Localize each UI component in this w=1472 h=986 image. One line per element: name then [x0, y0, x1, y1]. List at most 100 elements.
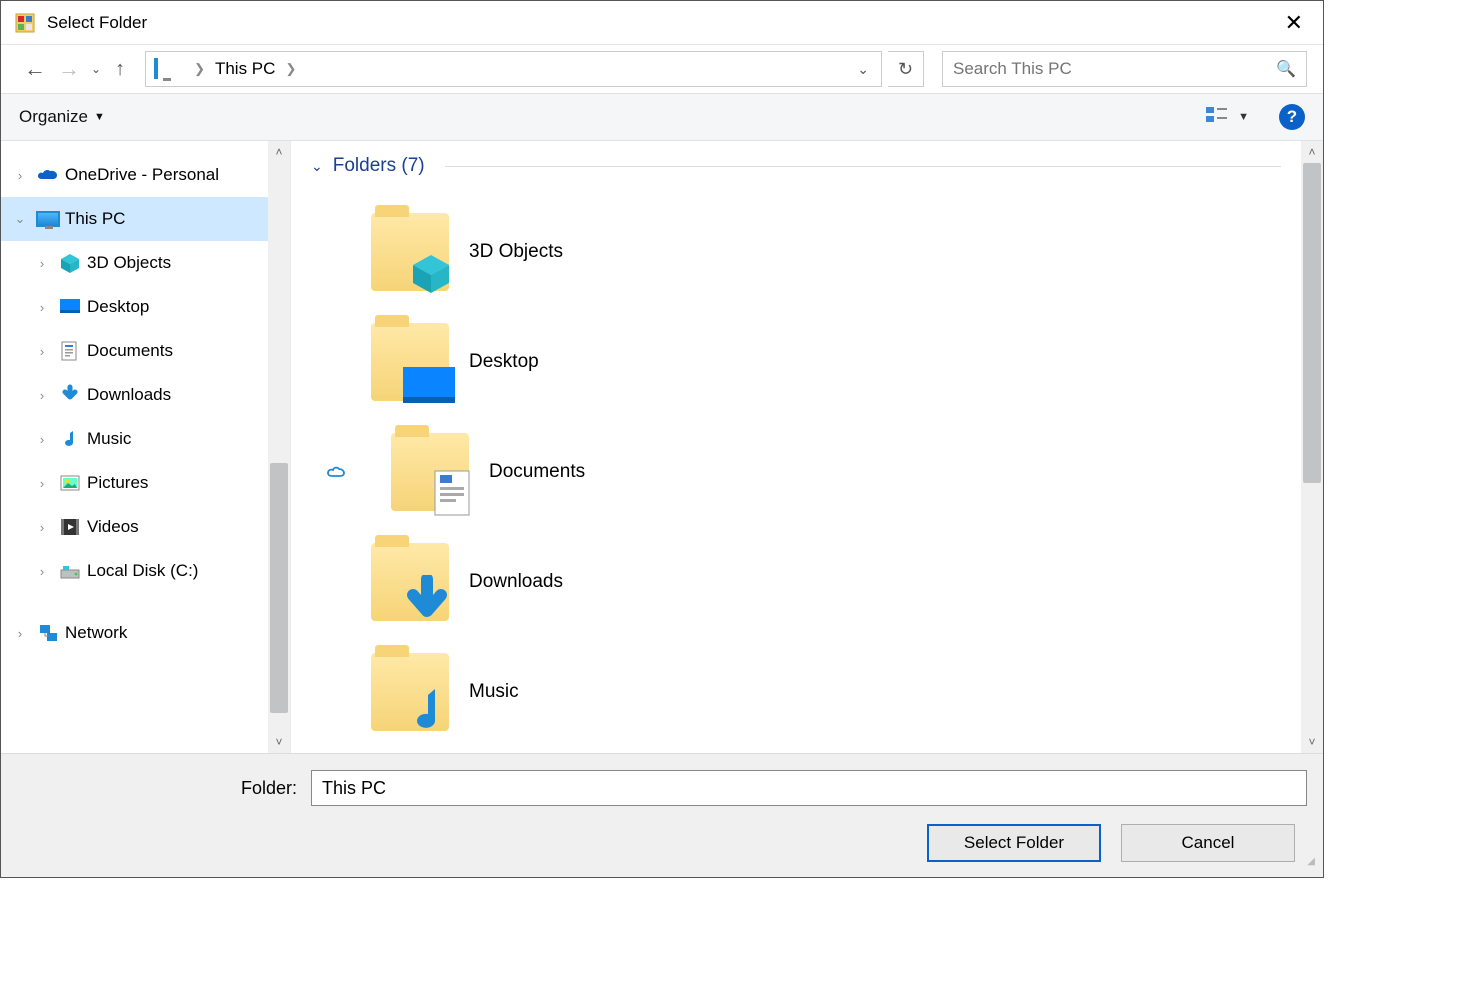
folder-name-input[interactable]	[311, 770, 1307, 806]
cube-icon	[57, 252, 83, 274]
tree-item-label: OneDrive - Personal	[65, 165, 219, 185]
view-icon	[1206, 106, 1228, 129]
forward-button[interactable]: →	[55, 56, 83, 82]
scrollbar-thumb[interactable]	[1303, 163, 1321, 483]
tree-item-label: Music	[87, 429, 131, 449]
tree-item-label: This PC	[65, 209, 125, 229]
video-icon	[57, 516, 83, 538]
search-box[interactable]: 🔍	[942, 51, 1307, 87]
folder-item-label: Music	[469, 681, 519, 703]
tree-item-label: Videos	[87, 517, 139, 537]
folder-item[interactable]: 3D Objects	[371, 197, 1281, 307]
tree-item[interactable]: › Network	[1, 611, 268, 655]
tree-item-label: 3D Objects	[87, 253, 171, 273]
tree-item[interactable]: › 3D Objects	[1, 241, 268, 285]
expander-icon[interactable]: ›	[31, 344, 53, 359]
folder-item[interactable]: Desktop	[371, 307, 1281, 417]
resize-grip-icon[interactable]: ◢	[17, 856, 1313, 867]
up-button[interactable]: ↑	[109, 58, 131, 81]
search-input[interactable]	[953, 59, 1276, 79]
scroll-down-icon[interactable]: ˅	[1308, 731, 1315, 753]
close-icon[interactable]: ✕	[1273, 6, 1315, 40]
breadcrumb-sep-icon[interactable]: ❯	[190, 61, 209, 77]
folder-item[interactable]: Music	[371, 637, 1281, 747]
tree-scrollbar[interactable]: ˄ ˅	[268, 141, 290, 753]
refresh-button[interactable]: ↻	[888, 51, 924, 87]
tree-item-label: Network	[65, 623, 127, 643]
tree-item-label: Downloads	[87, 385, 171, 405]
back-button[interactable]: ←	[21, 56, 49, 82]
tree-item[interactable]: ›Desktop	[1, 285, 268, 329]
music-icon	[57, 428, 83, 450]
window-title: Select Folder	[47, 13, 1273, 33]
expander-icon[interactable]: ›	[31, 564, 53, 579]
expander-icon[interactable]: ⌄	[9, 211, 31, 227]
organize-menu[interactable]: Organize ▼	[19, 107, 105, 127]
onedrive-icon	[35, 164, 61, 186]
folder-icon	[371, 653, 449, 731]
folder-icon	[371, 323, 449, 401]
tree-item[interactable]: › Local Disk (C:)	[1, 549, 268, 593]
select-folder-dialog: Select Folder ✕ ← → ⌄ ↑ ❯ This PC ❯ ⌄ ↻ …	[0, 0, 1324, 878]
tree-item[interactable]: › Videos	[1, 505, 268, 549]
folder-icon	[391, 433, 469, 511]
scrollbar-thumb[interactable]	[270, 463, 288, 713]
navigation-tree[interactable]: ›OneDrive - Personal⌄This PC›3D Objects›…	[1, 141, 268, 753]
expander-icon[interactable]: ›	[31, 520, 53, 535]
tree-item-label: Local Disk (C:)	[87, 561, 198, 581]
thispc-icon	[154, 60, 178, 78]
drive-icon	[57, 560, 83, 582]
section-divider	[445, 166, 1281, 167]
scroll-up-icon[interactable]: ˄	[275, 141, 282, 163]
cloud-status-icon	[327, 462, 351, 483]
folder-item[interactable]: Documents	[371, 417, 1281, 527]
help-button[interactable]: ?	[1279, 104, 1305, 130]
thispc-icon	[35, 208, 61, 230]
search-icon[interactable]: 🔍	[1276, 59, 1296, 79]
folder-icon	[371, 213, 449, 291]
app-icon	[15, 13, 35, 33]
tree-item[interactable]: › Documents	[1, 329, 268, 373]
tree-item[interactable]: › Downloads	[1, 373, 268, 417]
doc-icon	[57, 340, 83, 362]
folder-name-label: Folder:	[17, 778, 297, 799]
folders-section-header[interactable]: ⌄ Folders (7)	[311, 155, 1281, 177]
expander-icon[interactable]: ›	[31, 256, 53, 271]
tree-item[interactable]: › OneDrive - Personal	[1, 153, 268, 197]
expander-icon[interactable]: ›	[31, 300, 53, 315]
picture-icon	[57, 472, 83, 494]
expander-icon[interactable]: ›	[9, 626, 31, 641]
address-bar[interactable]: ❯ This PC ❯ ⌄	[145, 51, 882, 87]
scroll-up-icon[interactable]: ˄	[1308, 141, 1315, 163]
chevron-down-icon: ▼	[1238, 111, 1249, 123]
expander-icon[interactable]: ›	[31, 476, 53, 491]
folder-icon	[371, 543, 449, 621]
chevron-down-icon: ⌄	[311, 158, 323, 175]
change-view-button[interactable]: ▼	[1206, 106, 1249, 129]
breadcrumb-sep-icon[interactable]: ❯	[281, 61, 300, 77]
folder-item-label: Desktop	[469, 351, 539, 373]
folder-item[interactable]: Downloads	[371, 527, 1281, 637]
select-folder-button[interactable]: Select Folder	[927, 824, 1101, 862]
toolbar: Organize ▼ ▼ ?	[1, 93, 1323, 141]
folder-item-label: 3D Objects	[469, 241, 563, 263]
breadcrumb-this-pc[interactable]: This PC	[209, 59, 281, 79]
expander-icon[interactable]: ›	[9, 168, 31, 183]
download-icon	[57, 384, 83, 406]
desktop-icon	[57, 296, 83, 318]
titlebar: Select Folder ✕	[1, 1, 1323, 45]
expander-icon[interactable]: ›	[31, 388, 53, 403]
tree-item[interactable]: ›Pictures	[1, 461, 268, 505]
tree-item[interactable]: ⌄ This PC	[1, 197, 268, 241]
tree-item[interactable]: › Music	[1, 417, 268, 461]
organize-label: Organize	[19, 107, 88, 127]
folder-content: ⌄ Folders (7) 3D Objects Desktop Documents…	[291, 141, 1301, 753]
expander-icon[interactable]: ›	[31, 432, 53, 447]
address-dropdown-icon[interactable]: ⌄	[845, 61, 881, 78]
cancel-button[interactable]: Cancel	[1121, 824, 1295, 862]
content-scrollbar[interactable]: ˄ ˅	[1301, 141, 1323, 753]
folder-item-label: Documents	[489, 461, 585, 483]
tree-item-label: Documents	[87, 341, 173, 361]
scroll-down-icon[interactable]: ˅	[275, 731, 282, 753]
recent-locations-button[interactable]: ⌄	[91, 62, 101, 76]
